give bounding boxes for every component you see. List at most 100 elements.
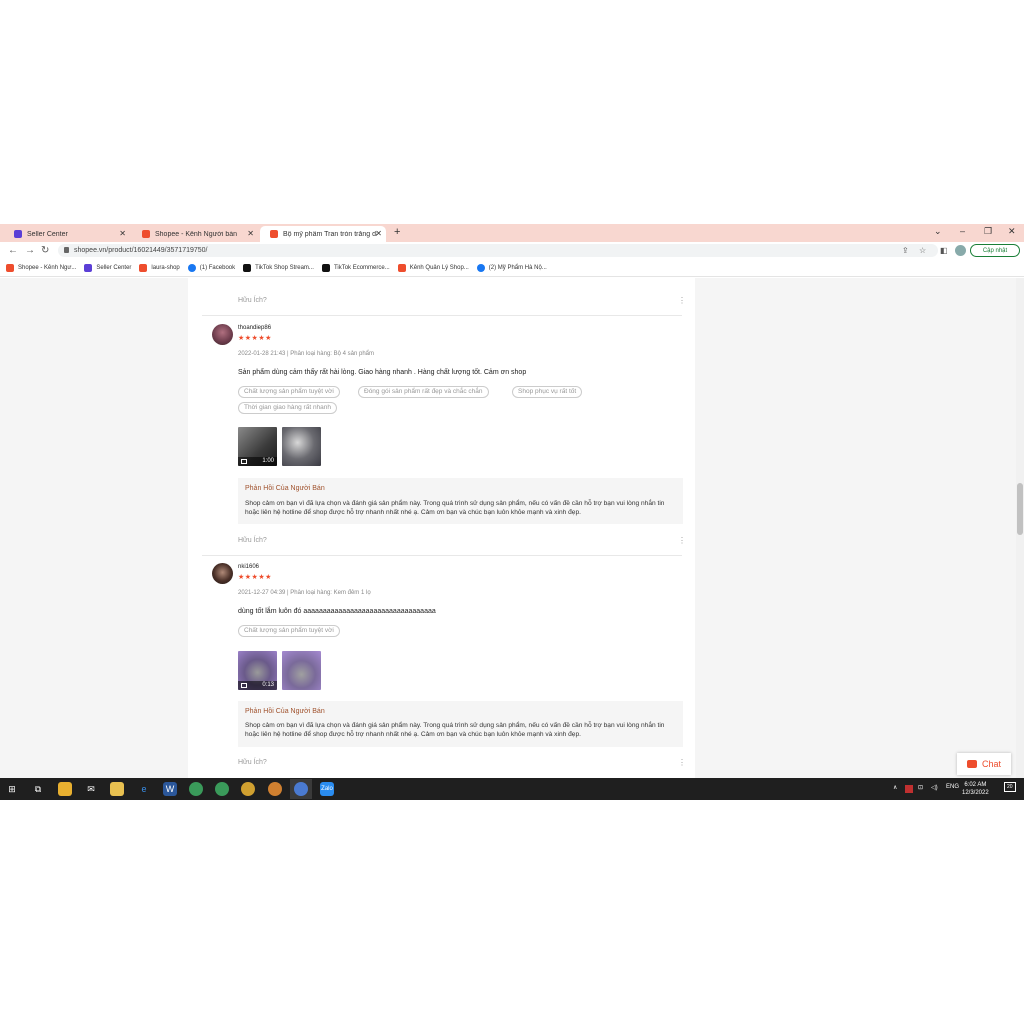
- review-tag: Thời gian giao hàng rất nhanh: [238, 402, 338, 414]
- bookmark-label: (1) Facebook: [199, 264, 236, 271]
- chrome-icon[interactable]: [294, 782, 308, 796]
- review-video-thumbnail[interactable]: 0:13: [238, 651, 277, 690]
- mail-icon[interactable]: ✉: [84, 782, 98, 796]
- more-options-icon[interactable]: ⋮: [678, 758, 686, 767]
- share-icon[interactable]: ⇪: [902, 246, 909, 255]
- rating-stars: ★★★★★: [238, 574, 272, 581]
- chrome-icon[interactable]: [241, 782, 255, 796]
- language-indicator[interactable]: ENG: [946, 784, 959, 790]
- tab-search-icon[interactable]: ⌄: [934, 226, 942, 237]
- bookmark-item[interactable]: Seller Center: [84, 263, 132, 272]
- facebook-icon: [187, 263, 196, 272]
- video-duration: 1:00: [262, 458, 274, 464]
- seller-center-icon: [14, 230, 22, 238]
- video-duration: 0:13: [262, 682, 274, 688]
- url-input[interactable]: shopee.vn/product/16021449/3571719750/: [58, 244, 938, 257]
- back-icon[interactable]: ←: [8, 245, 18, 256]
- minimize-icon[interactable]: –: [960, 226, 965, 236]
- reload-icon[interactable]: ↻: [41, 245, 49, 256]
- store-icon[interactable]: [58, 782, 72, 796]
- windows-start-icon[interactable]: ⊞: [5, 782, 19, 796]
- notification-badge[interactable]: 20: [1004, 782, 1016, 792]
- chrome-icon[interactable]: [268, 782, 282, 796]
- task-view-icon[interactable]: ⧉: [31, 782, 45, 796]
- review-photo-thumbnail[interactable]: [282, 427, 321, 466]
- bookmark-item[interactable]: TikTok Shop Stream...: [243, 263, 314, 272]
- video-camera-icon: [241, 459, 247, 464]
- chrome-icon[interactable]: [215, 782, 229, 796]
- review-video-thumbnail[interactable]: 1:00: [238, 427, 277, 466]
- video-bar: 0:13: [238, 681, 277, 690]
- tab-product[interactable]: Bộ mỹ phẩm Tran tròn trắng da · ✕: [260, 226, 386, 242]
- helpful-button[interactable]: Hữu Ích?: [238, 759, 267, 766]
- review-text: Sản phẩm dùng cảm thấy rất hài lòng. Gia…: [238, 369, 527, 376]
- seller-reply-title: Phản Hồi Của Người Bán: [245, 708, 325, 715]
- tab-seller-center[interactable]: Seller Center ✕: [4, 226, 130, 242]
- forward-icon[interactable]: →: [25, 245, 35, 256]
- url-text: shopee.vn/product/16021449/3571719750/: [74, 247, 208, 254]
- seller-reply-text: Shop cảm ơn bạn vì đã lựa chọn và đánh g…: [245, 722, 665, 738]
- close-icon[interactable]: ✕: [247, 229, 254, 238]
- antivirus-icon[interactable]: [905, 785, 913, 793]
- scrollbar[interactable]: [1016, 278, 1024, 778]
- chrome-icon[interactable]: [189, 782, 203, 796]
- taskbar: ⊞ ⧉ ✉ e W Zalo ∧ ⊡ ◁) ENG 6:02 AM 12/3/2…: [0, 778, 1024, 800]
- review-tag: Chất lượng sản phẩm tuyệt vời: [238, 386, 340, 398]
- bookmark-item[interactable]: (1) Facebook: [187, 263, 236, 272]
- restore-icon[interactable]: ❐: [984, 226, 992, 237]
- bookmark-item[interactable]: laura-shop: [139, 263, 180, 272]
- shop-icon: [397, 263, 406, 272]
- tiktok-icon: [321, 263, 330, 272]
- update-button[interactable]: Cập nhật: [970, 244, 1020, 257]
- helpful-button[interactable]: Hữu Ích?: [238, 297, 267, 304]
- profile-avatar[interactable]: [955, 245, 966, 256]
- rating-stars: ★★★★★: [238, 335, 272, 342]
- bookmark-item[interactable]: TikTok Ecommerce...: [321, 263, 390, 272]
- new-tab-button[interactable]: +: [394, 226, 400, 238]
- edge-icon[interactable]: e: [137, 782, 151, 796]
- show-hidden-icons-icon[interactable]: ∧: [893, 784, 897, 791]
- bookmark-label: Seller Center: [96, 264, 132, 271]
- bookmark-item[interactable]: Shopee - Kênh Ngư...: [6, 263, 76, 272]
- bookmark-star-icon[interactable]: ☆: [919, 246, 926, 255]
- tab-shopee-seller[interactable]: Shopee - Kênh Người bán ✕: [132, 226, 258, 242]
- side-panel-icon[interactable]: ◧: [940, 246, 948, 255]
- bookmark-label: Kênh Quản Lý Shop...: [409, 264, 469, 271]
- bookmark-item[interactable]: Kênh Quản Lý Shop...: [397, 263, 469, 272]
- file-explorer-icon[interactable]: [110, 782, 124, 796]
- close-icon[interactable]: ✕: [119, 229, 126, 238]
- address-bar: ← → ↻ shopee.vn/product/16021449/3571719…: [0, 242, 1024, 259]
- video-bar: 1:00: [238, 457, 277, 466]
- tiktok-icon: [243, 263, 252, 272]
- seller-reply: Phản Hồi Của Người Bán Shop cảm ơn bạn v…: [238, 701, 683, 747]
- word-icon[interactable]: W: [163, 782, 177, 796]
- review-tag: Chất lượng sản phẩm tuyệt vời: [238, 625, 340, 637]
- reviewer-name[interactable]: thoandiep86: [238, 325, 271, 331]
- avatar[interactable]: [212, 324, 233, 345]
- review-tag: Shop phục vụ rất tốt: [512, 386, 583, 398]
- clock[interactable]: 6:02 AM 12/3/2022: [962, 781, 989, 797]
- volume-icon[interactable]: ◁): [931, 784, 938, 791]
- chat-icon: [966, 760, 977, 768]
- bookmark-label: laura-shop: [151, 264, 180, 271]
- bookmark-label: TikTok Ecommerce...: [333, 264, 390, 271]
- scrollbar-thumb[interactable]: [1017, 483, 1023, 535]
- more-options-icon[interactable]: ⋮: [678, 536, 686, 545]
- chat-button[interactable]: Chat: [957, 753, 1011, 775]
- close-icon[interactable]: ✕: [375, 229, 382, 238]
- bookmark-item[interactable]: (2) Mỹ Phẩm Hà Nộ...: [476, 263, 547, 272]
- review-photo-thumbnail[interactable]: [282, 651, 321, 690]
- video-camera-icon: [241, 683, 247, 688]
- avatar[interactable]: [212, 563, 233, 584]
- seller-reply-text: Shop cảm ơn bạn vì đã lựa chọn và đánh g…: [245, 500, 665, 516]
- helpful-button[interactable]: Hữu Ích?: [238, 537, 267, 544]
- close-window-icon[interactable]: ✕: [1008, 226, 1016, 237]
- seller-reply: Phản Hồi Của Người Bán Shop cảm ơn bạn v…: [238, 478, 683, 524]
- review-tag: Đóng gói sản phẩm rất đẹp và chắc chắn: [358, 386, 489, 398]
- network-icon[interactable]: ⊡: [918, 784, 923, 791]
- reviewer-name[interactable]: nki1606: [238, 564, 259, 570]
- chat-label: Chat: [981, 759, 1001, 769]
- more-options-icon[interactable]: ⋮: [678, 296, 686, 305]
- reviews-panel: Hữu Ích? ⋮ thoandiep86 ★★★★★ 2022-01-28 …: [188, 278, 695, 778]
- zalo-icon[interactable]: Zalo: [320, 782, 334, 796]
